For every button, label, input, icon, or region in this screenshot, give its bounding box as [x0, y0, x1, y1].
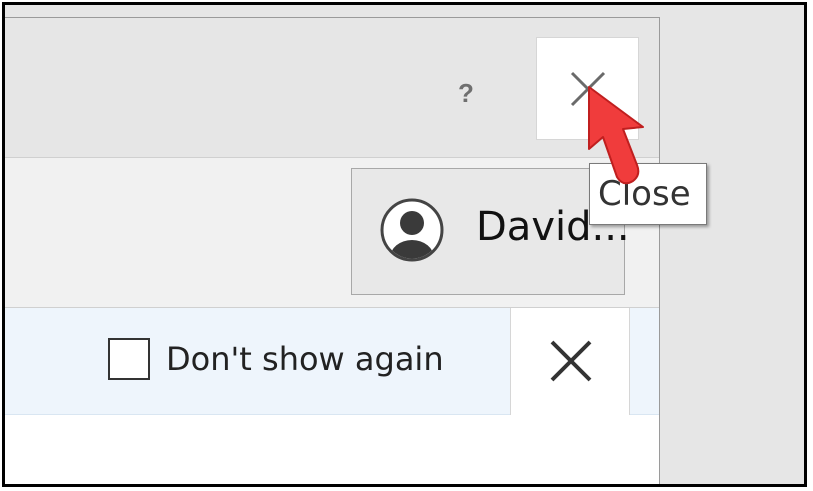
notice-close-button[interactable]: [510, 308, 630, 415]
dont-show-again-label[interactable]: Don't show again: [166, 340, 444, 378]
notice-bar: Don't show again: [5, 308, 659, 415]
person-avatar-icon: [380, 198, 444, 262]
account-row: David...: [5, 158, 659, 308]
close-icon: [550, 340, 592, 382]
mouse-pointer-icon: [588, 86, 644, 185]
dialog-window: ? David... Don't show again: [5, 17, 660, 484]
dialog-content: [5, 415, 659, 484]
dont-show-again-checkbox[interactable]: [108, 338, 150, 380]
dialog-titlebar: ?: [5, 18, 659, 158]
help-button[interactable]: ?: [451, 73, 481, 113]
screenshot-frame: ? David... Don't show again Close: [2, 2, 807, 487]
